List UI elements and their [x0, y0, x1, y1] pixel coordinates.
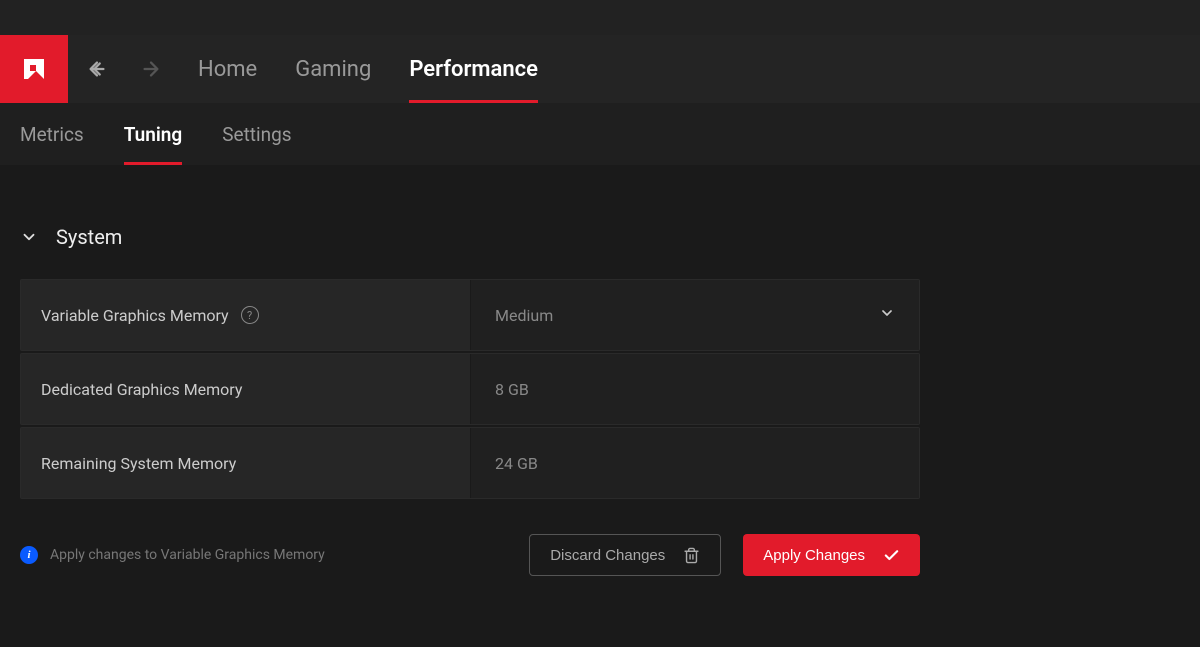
tab-performance[interactable]: Performance [409, 35, 538, 103]
info-text: Apply changes to Variable Graphics Memor… [50, 547, 325, 563]
section-title: System [56, 225, 122, 249]
setting-label: Variable Graphics Memory [41, 306, 229, 325]
setting-row-remaining-system-memory: Remaining System Memory 24 GB [20, 427, 920, 499]
back-button[interactable] [86, 58, 108, 80]
check-icon [883, 547, 900, 564]
apply-changes-button[interactable]: Apply Changes [743, 534, 920, 576]
setting-row-variable-graphics-memory: Variable Graphics Memory ? Medium [20, 279, 920, 351]
settings-panel: Variable Graphics Memory ? Medium Dedica… [20, 279, 920, 499]
button-label: Apply Changes [763, 547, 865, 564]
setting-value: Medium [495, 306, 553, 325]
amd-logo[interactable] [0, 35, 68, 103]
tab-gaming[interactable]: Gaming [295, 35, 371, 103]
tab-home[interactable]: Home [198, 35, 257, 103]
variable-graphics-memory-dropdown[interactable]: Medium [471, 280, 919, 350]
button-label: Discard Changes [550, 547, 665, 564]
setting-row-dedicated-graphics-memory: Dedicated Graphics Memory 8 GB [20, 353, 920, 425]
trash-icon [683, 547, 700, 564]
setting-label: Remaining System Memory [41, 454, 236, 473]
help-icon[interactable]: ? [241, 306, 259, 324]
chevron-down-icon [879, 305, 895, 325]
info-icon: i [20, 546, 38, 564]
discard-changes-button[interactable]: Discard Changes [529, 534, 721, 576]
sub-tabs: Metrics Tuning Settings [0, 103, 1200, 165]
main-header: Home Gaming Performance [0, 35, 1200, 103]
info-notice: i Apply changes to Variable Graphics Mem… [20, 546, 529, 564]
subtab-tuning[interactable]: Tuning [124, 103, 183, 165]
setting-value: 8 GB [495, 380, 529, 399]
chevron-down-icon [20, 228, 38, 246]
section-toggle-system[interactable]: System [20, 225, 1180, 249]
setting-value: 24 GB [495, 454, 538, 473]
subtab-metrics[interactable]: Metrics [20, 103, 84, 165]
setting-label: Dedicated Graphics Memory [41, 380, 242, 399]
forward-button[interactable] [140, 58, 162, 80]
subtab-settings[interactable]: Settings [222, 103, 291, 165]
